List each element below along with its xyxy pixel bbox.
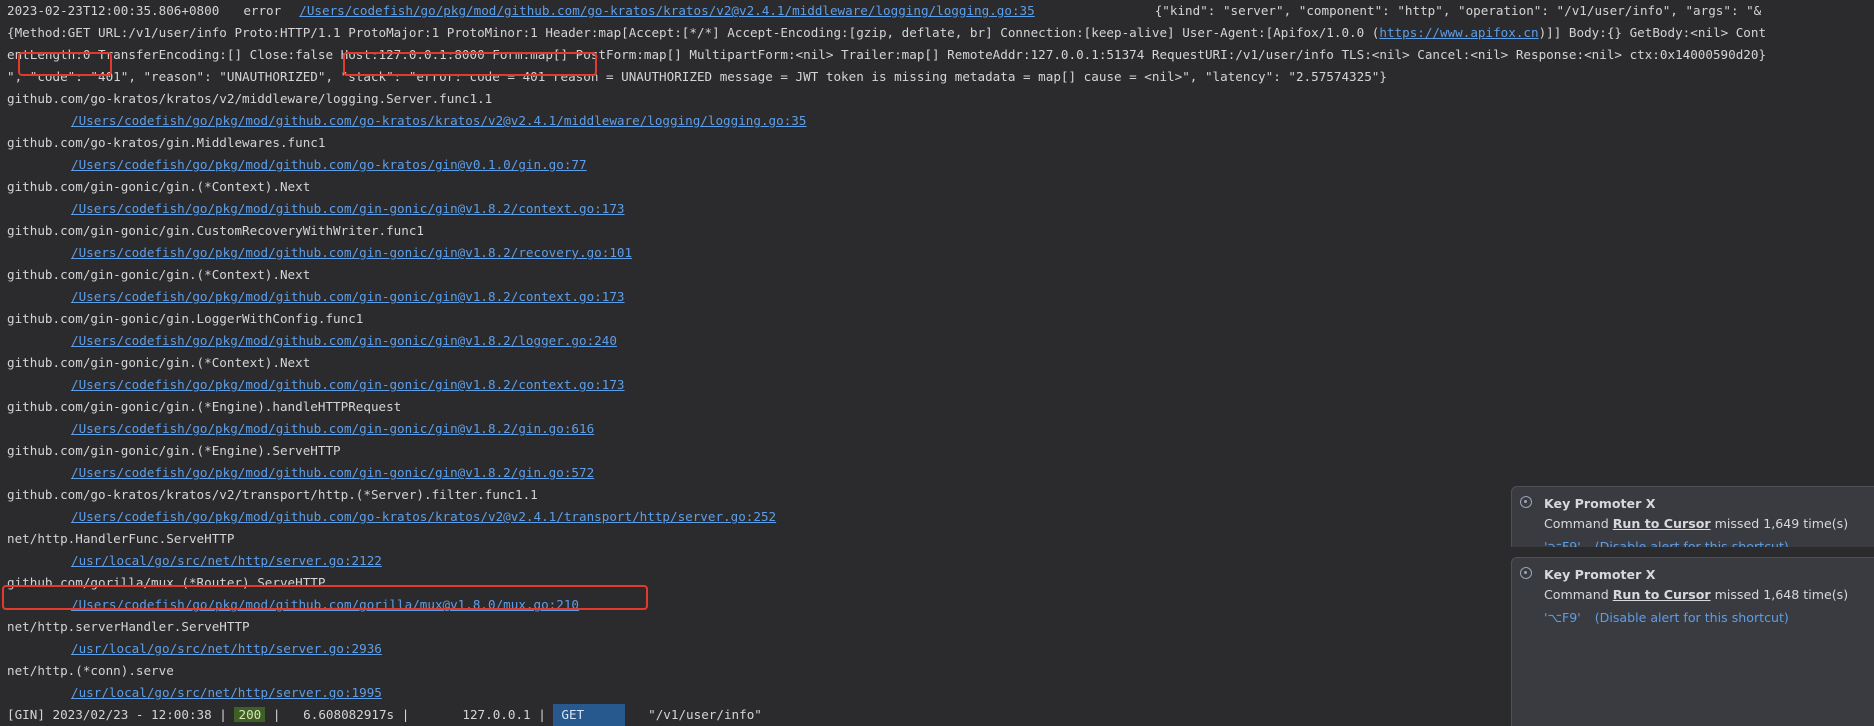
stack-frame-file-link[interactable]: /usr/local/go/src/net/http/server.go:199… (71, 685, 382, 700)
stack-frame-func: github.com/go-kratos/gin.Middlewares.fun… (7, 135, 326, 150)
command-link[interactable]: Run to Cursor (1613, 516, 1711, 531)
notification-body: Command Run to Cursor missed 1,648 time(… (1544, 587, 1849, 602)
stack-frame-file-link[interactable]: /Users/codefish/go/pkg/mod/github.com/go… (71, 113, 806, 128)
stack-frame-func: github.com/go-kratos/kratos/v2/middlewar… (7, 91, 493, 106)
log-args-line-2: entLength:0 TransferEncoding:[] Close:fa… (7, 47, 1767, 62)
stack-frame-file-link[interactable]: /Users/codefish/go/pkg/mod/github.com/gi… (71, 421, 594, 436)
notification-body: Command Run to Cursor missed 1,649 time(… (1544, 516, 1849, 531)
stack-frame-func: github.com/gin-gonic/gin.(*Engine).handl… (7, 399, 402, 414)
stack-frame-file: /Users/codefish/go/pkg/mod/github.com/gi… (7, 418, 1871, 440)
stack-frame-file-link[interactable]: /Users/codefish/go/pkg/mod/github.com/gi… (71, 333, 617, 348)
shortcut-label[interactable]: '⌥F9' (1544, 610, 1581, 625)
stack-frame-func: github.com/gin-gonic/gin.(*Context).Next (7, 267, 311, 282)
status-badge-200: 200 (234, 707, 266, 722)
notification-title: Key Promoter X (1544, 567, 1656, 582)
gin-prefix: [GIN] 2023/02/23 - 12:00:38 | (7, 707, 227, 722)
stack-frame-func: github.com/gin-gonic/gin.(*Context).Next (7, 179, 311, 194)
disable-alert-link[interactable]: (Disable alert for this shortcut) (1595, 539, 1789, 547)
stack-frame-file: /Users/codefish/go/pkg/mod/github.com/gi… (7, 462, 1871, 484)
stack-frame-func: github.com/gin-gonic/gin.CustomRecoveryW… (7, 223, 425, 238)
stack-frame-file-link[interactable]: /usr/local/go/src/net/http/server.go:293… (71, 641, 382, 656)
stack-frame-file-link[interactable]: /Users/codefish/go/pkg/mod/github.com/gi… (71, 289, 625, 304)
stack-frame-file: /Users/codefish/go/pkg/mod/github.com/go… (7, 154, 1871, 176)
stack-frame-file-link[interactable]: /Users/codefish/go/pkg/mod/github.com/gi… (71, 377, 625, 392)
stack-frame-file-link[interactable]: /Users/codefish/go/pkg/mod/github.com/gi… (71, 465, 594, 480)
log-timestamp: 2023-02-23T12:00:35.806+0800 (7, 3, 220, 18)
disable-alert-link[interactable]: (Disable alert for this shortcut) (1595, 610, 1789, 625)
log-args-line-1: {Method:GET URL:/v1/user/info Proto:HTTP… (7, 25, 1767, 40)
stack-frame-file-link[interactable]: /Users/codefish/go/pkg/mod/github.com/go… (71, 157, 587, 172)
key-promoter-icon (1520, 567, 1532, 579)
command-link[interactable]: Run to Cursor (1613, 587, 1711, 602)
log-json-start: {"kind": "server", "component": "http", … (1154, 3, 1762, 18)
stack-frame-func: github.com/gin-gonic/gin.(*Engine).Serve… (7, 443, 341, 458)
stack-frame-func: github.com/gin-gonic/gin.(*Context).Next (7, 355, 311, 370)
stack-frame-file: /Users/codefish/go/pkg/mod/github.com/gi… (7, 198, 1871, 220)
stack-frame-file: /Users/codefish/go/pkg/mod/github.com/gi… (7, 242, 1871, 264)
stack-frame-file: /Users/codefish/go/pkg/mod/github.com/gi… (7, 374, 1871, 396)
apifox-link[interactable]: https://www.apifox.cn (1379, 25, 1538, 40)
stack-frame-file-link[interactable]: /Users/codefish/go/pkg/mod/github.com/go… (71, 509, 776, 524)
stack-frame-func: github.com/gin-gonic/gin.LoggerWithConfi… (7, 311, 364, 326)
notification-title: Key Promoter X (1544, 496, 1656, 511)
stack-frame-file: /Users/codefish/go/pkg/mod/github.com/gi… (7, 330, 1871, 352)
gin-latency: | 6.608082917s | 127.0.0.1 | (272, 707, 546, 722)
notification-actions: '⌥F9' (Disable alert for this shortcut) (1544, 539, 1789, 547)
key-promoter-notification-2[interactable]: Key Promoter X Command Run to Cursor mis… (1511, 557, 1874, 726)
log-header-line: 2023-02-23T12:00:35.806+0800 error/Users/… (7, 0, 1871, 22)
key-promoter-notification-1[interactable]: Key Promoter X Command Run to Cursor mis… (1511, 486, 1874, 547)
stack-frame-file-link[interactable]: /Users/codefish/go/pkg/mod/github.com/gi… (71, 201, 625, 216)
stack-frame-file-link[interactable]: /usr/local/go/src/net/http/server.go:212… (71, 553, 382, 568)
stack-frame-file: /Users/codefish/go/pkg/mod/github.com/go… (7, 110, 1871, 132)
stack-frame-file: /Users/codefish/go/pkg/mod/github.com/gi… (7, 286, 1871, 308)
log-caller-link[interactable]: /Users/codefish/go/pkg/mod/github.com/go… (299, 3, 1034, 18)
notification-actions: '⌥F9' (Disable alert for this shortcut) (1544, 610, 1789, 625)
log-args-line-3: ", "code": "401", "reason": "UNAUTHORIZE… (7, 69, 1387, 84)
shortcut-label[interactable]: '⌥F9' (1544, 539, 1581, 547)
key-promoter-icon (1520, 496, 1532, 508)
stack-frame-file-link[interactable]: /Users/codefish/go/pkg/mod/github.com/gi… (71, 245, 632, 260)
gin-path: "/v1/user/info" (625, 707, 762, 722)
stack-frame-file-link[interactable]: /Users/codefish/go/pkg/mod/github.com/go… (71, 597, 579, 612)
log-level: error (243, 3, 282, 18)
method-badge-get: GET (553, 704, 626, 726)
